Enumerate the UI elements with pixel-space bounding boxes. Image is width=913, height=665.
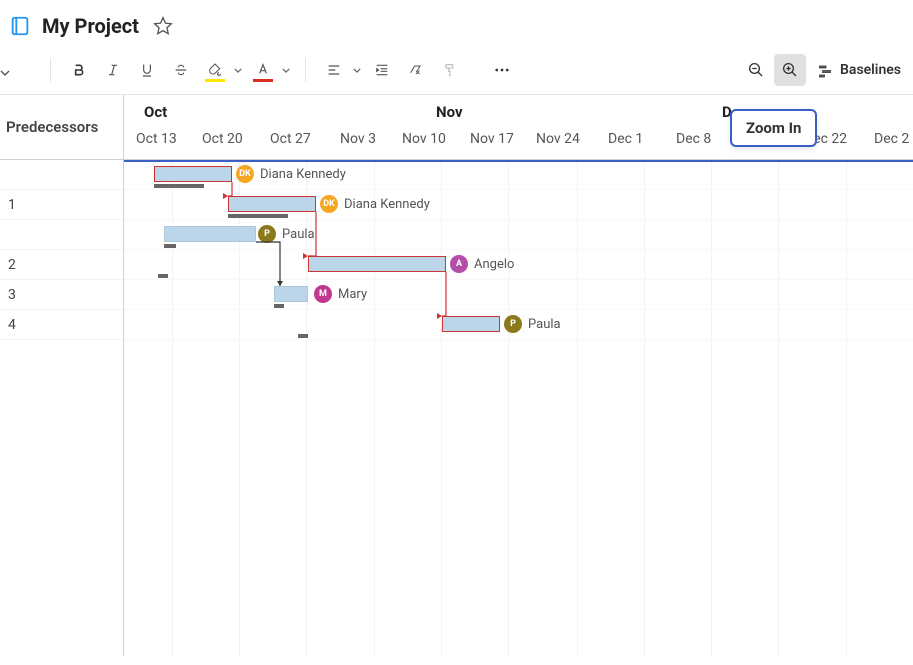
baselines-label: Baselines xyxy=(840,62,901,78)
fill-color-swatch xyxy=(205,79,225,82)
baselines-icon xyxy=(816,61,834,79)
italic-button[interactable] xyxy=(97,54,129,86)
task-assignee[interactable]: M Mary xyxy=(314,285,367,303)
tooltip-label: Zoom In xyxy=(746,119,801,137)
font-color-button[interactable] xyxy=(247,54,279,86)
app-header: My Project xyxy=(0,0,913,50)
task-bar[interactable] xyxy=(442,316,500,332)
assignee-name: Paula xyxy=(528,317,561,332)
assignee-name: Paula xyxy=(282,227,315,242)
zoom-group: Baselines xyxy=(740,54,909,86)
predecessors-header[interactable]: Predecessors xyxy=(0,95,123,160)
week-label: Oct 27 xyxy=(270,131,311,147)
assignee-name: Mary xyxy=(338,287,367,302)
progress-indicator xyxy=(154,184,204,188)
task-row[interactable]: DK Diana Kennedy xyxy=(124,190,913,220)
assignee-name: Diana Kennedy xyxy=(344,197,430,212)
more-group xyxy=(486,54,518,86)
clipped-dropdown[interactable] xyxy=(0,70,10,76)
month-label: Oct xyxy=(144,103,167,121)
task-bar[interactable] xyxy=(164,226,256,242)
task-row[interactable]: A Angelo xyxy=(124,250,913,280)
week-label: Dec 1 xyxy=(608,131,643,147)
formatting-toolbar: Baselines xyxy=(0,50,913,95)
font-color-swatch xyxy=(253,79,273,82)
predecessor-cell[interactable]: 3 xyxy=(0,280,123,310)
format-painter-button xyxy=(434,54,466,86)
week-label: Nov 17 xyxy=(470,131,514,147)
zoom-in-tooltip: Zoom In xyxy=(730,109,817,147)
indent-button[interactable] xyxy=(366,54,398,86)
predecessors-column: Predecessors 1 234 xyxy=(0,95,124,656)
align-dropdown[interactable] xyxy=(318,54,364,86)
baselines-button[interactable]: Baselines xyxy=(808,54,909,86)
progress-indicator xyxy=(158,274,168,278)
avatar: P xyxy=(258,225,276,243)
task-bar[interactable] xyxy=(228,196,316,212)
task-bar[interactable] xyxy=(274,286,308,302)
gantt-body[interactable]: DK Diana Kennedy DK Diana Kennedy P Paula A Ang… xyxy=(124,160,913,656)
week-label: Oct 20 xyxy=(202,131,243,147)
fill-color-dropdown[interactable] xyxy=(199,54,245,86)
star-icon[interactable] xyxy=(153,16,173,36)
predecessor-cell[interactable] xyxy=(0,160,123,190)
week-label: Dec 8 xyxy=(676,131,711,147)
assignee-name: Angelo xyxy=(474,257,514,272)
zoom-in-button[interactable] xyxy=(774,54,806,86)
separator xyxy=(305,58,306,82)
task-bar[interactable] xyxy=(154,166,232,182)
text-style-group xyxy=(63,54,293,86)
gantt-chart[interactable]: OctNovDec Oct 13Oct 20Oct 27Nov 3Nov 10N… xyxy=(124,95,913,656)
alignment-group xyxy=(318,54,466,86)
task-assignee[interactable]: P Paula xyxy=(504,315,561,333)
project-icon xyxy=(8,14,32,38)
underline-button[interactable] xyxy=(131,54,163,86)
main-area: Predecessors 1234 OctNovDec Oct 13Oct 20… xyxy=(0,95,913,656)
assignee-name: Diana Kennedy xyxy=(260,167,346,182)
font-color-dropdown[interactable] xyxy=(247,54,293,86)
week-label: Dec 2 xyxy=(874,131,909,147)
task-assignee[interactable]: A Angelo xyxy=(450,255,514,273)
progress-indicator xyxy=(164,244,176,248)
month-label: Nov xyxy=(436,103,463,121)
task-row[interactable]: M Mary xyxy=(124,280,913,310)
week-label: Nov 3 xyxy=(340,131,376,147)
avatar: DK xyxy=(236,165,254,183)
predecessor-cell[interactable] xyxy=(0,220,123,250)
align-button[interactable] xyxy=(318,54,350,86)
selection-line xyxy=(124,160,913,162)
task-assignee[interactable]: DK Diana Kennedy xyxy=(320,195,430,213)
clear-format-button[interactable] xyxy=(400,54,432,86)
strikethrough-button[interactable] xyxy=(165,54,197,86)
chevron-down-icon[interactable] xyxy=(231,54,245,86)
chevron-down-icon[interactable] xyxy=(350,54,364,86)
task-bar[interactable] xyxy=(308,256,446,272)
more-options-button[interactable] xyxy=(486,54,518,86)
week-label: Nov 10 xyxy=(402,131,446,147)
task-assignee[interactable]: P Paula xyxy=(258,225,315,243)
chevron-down-icon[interactable] xyxy=(279,54,293,86)
avatar: P xyxy=(504,315,522,333)
zoom-out-button[interactable] xyxy=(740,54,772,86)
progress-indicator xyxy=(228,214,288,218)
task-row[interactable]: DK Diana Kennedy xyxy=(124,160,913,190)
task-row[interactable]: P Paula xyxy=(124,220,913,250)
week-label: Oct 13 xyxy=(136,131,177,147)
predecessor-cell[interactable]: 1 xyxy=(0,190,123,220)
project-title[interactable]: My Project xyxy=(42,14,139,38)
separator xyxy=(50,58,51,82)
progress-indicator xyxy=(298,334,308,338)
progress-indicator xyxy=(274,304,284,308)
bold-button[interactable] xyxy=(63,54,95,86)
predecessor-cell[interactable]: 4 xyxy=(0,310,123,340)
task-assignee[interactable]: DK Diana Kennedy xyxy=(236,165,346,183)
avatar: M xyxy=(314,285,332,303)
fill-color-button[interactable] xyxy=(199,54,231,86)
avatar: A xyxy=(450,255,468,273)
week-label: Nov 24 xyxy=(536,131,580,147)
predecessor-cell[interactable]: 2 xyxy=(0,250,123,280)
task-row[interactable]: P Paula xyxy=(124,310,913,340)
avatar: DK xyxy=(320,195,338,213)
